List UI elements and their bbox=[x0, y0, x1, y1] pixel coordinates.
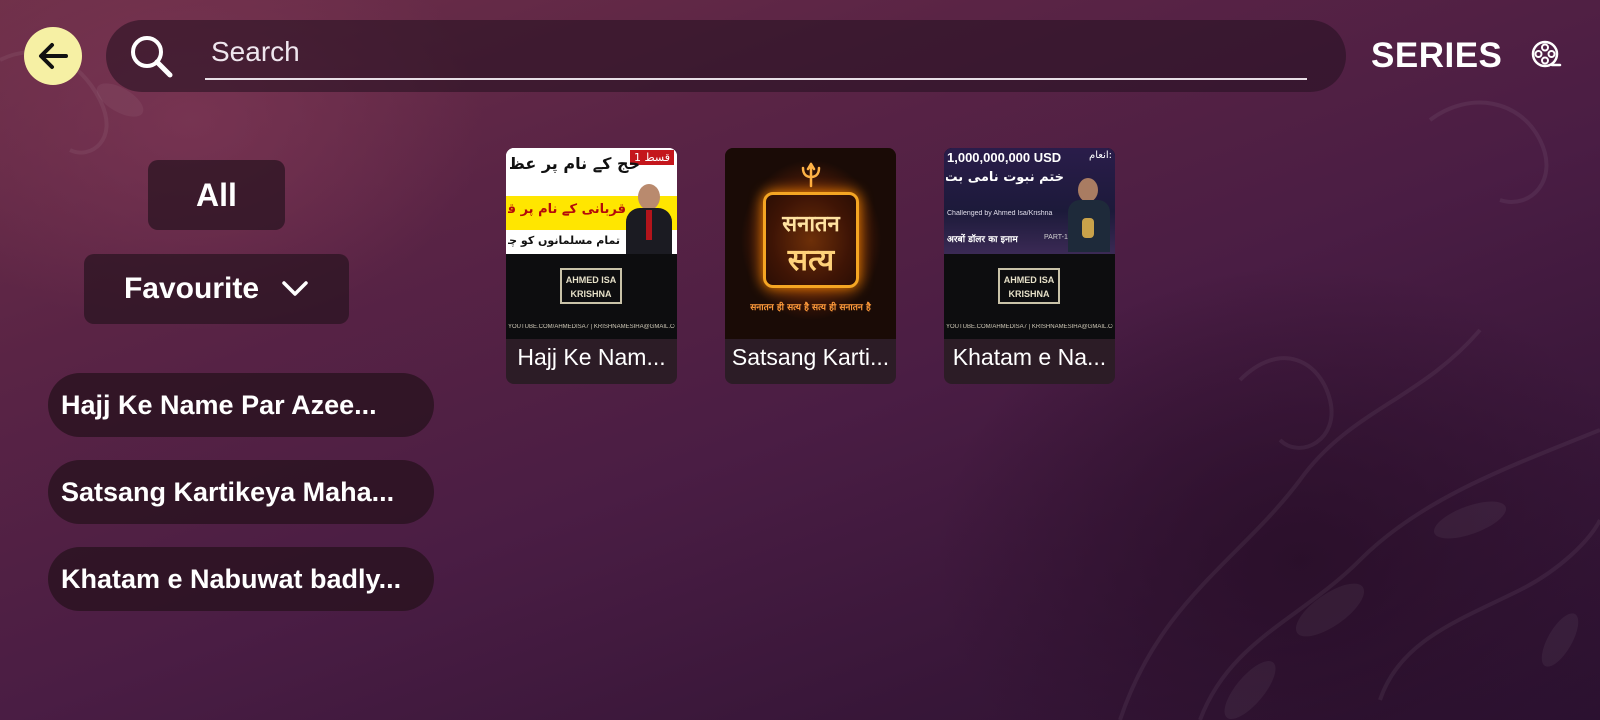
thumb-tagline: सनातन ही सत्य है सत्य ही सनातन है bbox=[750, 303, 871, 313]
series-list-item-label: Satsang Kartikeya Maha... bbox=[61, 476, 395, 507]
series-card-title: Khatam e Na... bbox=[952, 344, 1107, 370]
presenter-portrait bbox=[624, 184, 674, 256]
arrow-left-icon bbox=[39, 43, 68, 69]
thumb-headline: ختم نبوت نامی بت پاش پاش bbox=[946, 170, 1064, 185]
thumb-challenge: Challenged by Ahmed Isa/Krishna bbox=[947, 210, 1053, 217]
series-screen: SERIES All Favourite Hajj Ke Name Par Az… bbox=[0, 0, 1600, 720]
series-thumbnail: انعام: 1,000,000,000 USD ختم نبوت نامی ب… bbox=[944, 148, 1115, 339]
thumb-amount: 1,000,000,000 USD bbox=[947, 150, 1062, 165]
favourite-label: Favourite bbox=[123, 272, 260, 305]
page-title: SERIES bbox=[1371, 36, 1503, 75]
thumb-reward-label: انعام: bbox=[1089, 150, 1112, 161]
thumb-headline: تمام مسلمانوں کو چیلنج bbox=[508, 234, 620, 247]
thumb-line: सनातन bbox=[782, 212, 840, 237]
thumb-part-label: PART-1 bbox=[1044, 234, 1068, 241]
series-card-title: Hajj Ke Nam... bbox=[517, 344, 666, 370]
trident-icon bbox=[801, 162, 821, 188]
series-list-item-label: Khatam e Nabuwat badly... bbox=[61, 563, 402, 594]
channel-logo-line: KRISHNA bbox=[1008, 289, 1050, 299]
search-input[interactable] bbox=[205, 32, 1307, 80]
channel-logo: AHMED ISA KRISHNA bbox=[998, 268, 1060, 304]
chevron-down-icon bbox=[282, 281, 308, 296]
favourite-dropdown[interactable]: Favourite bbox=[84, 254, 349, 324]
thumb-footer: YOUTUBE.COM/AHMEDISA7 | KRISHNAMESIHA@GM… bbox=[946, 324, 1113, 330]
series-list-item-label: Hajj Ke Name Par Azee... bbox=[61, 389, 377, 420]
channel-logo-line: AHMED ISA bbox=[1003, 275, 1055, 285]
thumb-footer: YOUTUBE.COM/AHMEDISA7 | KRISHNAMESIHA@GM… bbox=[508, 324, 675, 330]
channel-logo: AHMED ISA KRISHNA bbox=[560, 268, 622, 304]
series-thumbnail: قسط 1 حج کے نام پر عظیم دھوکہ قربانی کے … bbox=[506, 148, 677, 339]
thumb-headline: حج کے نام پر عظیم دھوکہ bbox=[510, 154, 640, 173]
series-card[interactable]: قسط 1 حج کے نام پر عظیم دھوکہ قربانی کے … bbox=[506, 148, 677, 384]
search-bar bbox=[106, 20, 1346, 92]
thumb-line: सत्य bbox=[787, 243, 835, 278]
series-list-item[interactable]: Khatam e Nabuwat badly... bbox=[48, 547, 434, 611]
series-list-item[interactable]: Hajj Ke Name Par Azee... bbox=[48, 373, 434, 437]
filter-all-label: All bbox=[196, 176, 237, 213]
back-button[interactable] bbox=[24, 27, 82, 85]
thumb-hindi-line: अरबों डॉलर का इनाम bbox=[947, 235, 1018, 245]
presenter-portrait bbox=[1066, 178, 1112, 252]
film-reel-icon[interactable] bbox=[1530, 39, 1562, 71]
thumb-headline: قربانی کے نام پر قتل عام bbox=[508, 202, 626, 217]
series-card-title: Satsang Karti... bbox=[731, 344, 890, 370]
series-card[interactable]: सनातन सत्य सनातन ही सत्य है सत्य ही सनात… bbox=[725, 148, 896, 384]
channel-logo-line: KRISHNA bbox=[570, 289, 612, 299]
channel-logo-line: AHMED ISA bbox=[565, 275, 617, 285]
search-icon[interactable] bbox=[128, 33, 174, 79]
series-list-item[interactable]: Satsang Kartikeya Maha... bbox=[48, 460, 434, 524]
series-thumbnail: सनातन सत्य सनातन ही सत्य है सत्य ही सनात… bbox=[725, 148, 896, 339]
filter-all-button[interactable]: All bbox=[148, 160, 285, 230]
series-card[interactable]: انعام: 1,000,000,000 USD ختم نبوت نامی ب… bbox=[944, 148, 1115, 384]
